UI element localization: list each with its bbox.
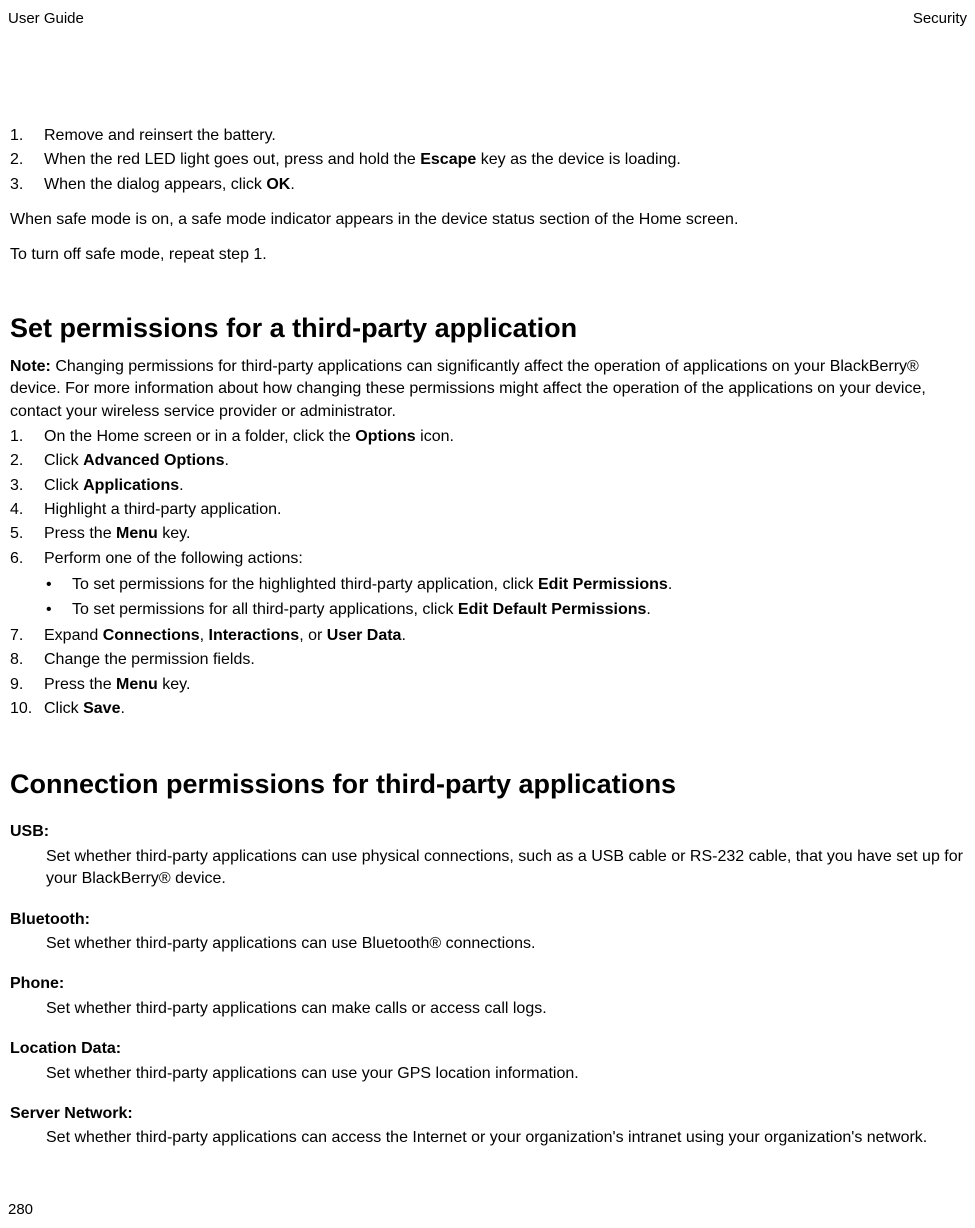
turn-off-note: To turn off safe mode, repeat step 1. — [10, 244, 965, 266]
item-text: Press the Menu key. — [38, 523, 965, 545]
bold-text: Advanced Options — [83, 452, 224, 469]
list-item: 3.When the dialog appears, click OK. — [10, 173, 965, 197]
list-item: 5.Press the Menu key. — [10, 522, 965, 546]
list-item: •To set permissions for all third-party … — [46, 598, 965, 622]
bullet-dot: • — [46, 599, 66, 621]
list-item: 4.Highlight a third-party application. — [10, 498, 965, 522]
definition-description: Set whether third-party applications can… — [10, 998, 965, 1020]
definition-description: Set whether third-party applications can… — [10, 933, 965, 955]
bold-text: Applications — [83, 477, 179, 494]
item-text: Remove and reinsert the battery. — [38, 125, 965, 147]
item-number: 2. — [10, 149, 38, 171]
sub-bullet-list: •To set permissions for the highlighted … — [10, 573, 965, 622]
list-item: 10.Click Save. — [10, 697, 965, 721]
item-text: Highlight a third-party application. — [38, 499, 965, 521]
item-number: 2. — [10, 450, 38, 472]
list-item: 2.When the red LED light goes out, press… — [10, 148, 965, 172]
section1-steps-list: 1.On the Home screen or in a folder, cli… — [10, 425, 965, 722]
item-number: 3. — [10, 174, 38, 196]
header-left: User Guide — [8, 8, 84, 29]
page-number: 280 — [8, 1199, 33, 1220]
item-number: 7. — [10, 625, 38, 647]
list-item: 2.Click Advanced Options. — [10, 449, 965, 473]
item-text: When the red LED light goes out, press a… — [38, 149, 965, 171]
bold-text: Menu — [116, 525, 158, 542]
note-label: Note: — [10, 358, 51, 375]
definitions-list: USB: Set whether third-party applications… — [10, 821, 965, 1149]
item-number: 10. — [10, 698, 38, 720]
safe-mode-note: When safe mode is on, a safe mode indica… — [10, 209, 965, 231]
item-text: Click Advanced Options. — [38, 450, 965, 472]
bold-text: Edit Default Permissions — [458, 601, 647, 618]
item-number: 4. — [10, 499, 38, 521]
bullet-dot: • — [46, 574, 66, 596]
item-text: Change the permission fields. — [38, 649, 965, 671]
page-content: 1.Remove and reinsert the battery.2.When… — [8, 124, 967, 1150]
bold-text: Menu — [116, 676, 158, 693]
page-header: User Guide Security — [8, 8, 967, 29]
list-item: 6.Perform one of the following actions: — [10, 547, 965, 571]
item-text: On the Home screen or in a folder, click… — [38, 426, 965, 448]
item-number: 3. — [10, 475, 38, 497]
item-text: To set permissions for all third-party a… — [66, 599, 965, 621]
intro-steps-list: 1.Remove and reinsert the battery.2.When… — [10, 124, 965, 197]
section2-title: Connection permissions for third-party a… — [10, 766, 965, 804]
definition-term: Phone: — [10, 973, 965, 995]
bold-text: Escape — [420, 151, 476, 168]
bold-text: Save — [83, 700, 120, 717]
bold-text: Options — [355, 428, 415, 445]
item-number: 1. — [10, 125, 38, 147]
list-item: 9.Press the Menu key. — [10, 673, 965, 697]
list-item: 3.Click Applications. — [10, 474, 965, 498]
item-text: When the dialog appears, click OK. — [38, 174, 965, 196]
header-right: Security — [913, 8, 967, 29]
list-item: 7.Expand Connections, Interactions, or U… — [10, 624, 965, 648]
item-text: To set permissions for the highlighted t… — [66, 574, 965, 596]
bold-text: Interactions — [209, 627, 300, 644]
bold-text: User Data — [327, 627, 402, 644]
list-item: 1.Remove and reinsert the battery. — [10, 124, 965, 148]
item-text: Expand Connections, Interactions, or Use… — [38, 625, 965, 647]
definition-term: Bluetooth: — [10, 909, 965, 931]
bold-text: Edit Permissions — [538, 576, 668, 593]
definition-term: Server Network: — [10, 1103, 965, 1125]
list-item: •To set permissions for the highlighted … — [46, 573, 965, 597]
item-number: 9. — [10, 674, 38, 696]
note-text: Changing permissions for third-party app… — [10, 358, 926, 420]
section1-note: Note: Changing permissions for third-par… — [10, 356, 965, 423]
bold-text: OK — [266, 176, 290, 193]
item-number: 8. — [10, 649, 38, 671]
section1-title: Set permissions for a third-party applic… — [10, 310, 965, 348]
definition-term: Location Data: — [10, 1038, 965, 1060]
list-item: 8.Change the permission fields. — [10, 648, 965, 672]
definition-description: Set whether third-party applications can… — [10, 1127, 965, 1149]
definition-term: USB: — [10, 821, 965, 843]
item-text: Perform one of the following actions: — [38, 548, 965, 570]
bold-text: Connections — [103, 627, 200, 644]
list-item: 1.On the Home screen or in a folder, cli… — [10, 425, 965, 449]
item-number: 6. — [10, 548, 38, 570]
item-number: 1. — [10, 426, 38, 448]
item-text: Press the Menu key. — [38, 674, 965, 696]
item-text: Click Applications. — [38, 475, 965, 497]
definition-description: Set whether third-party applications can… — [10, 846, 965, 891]
item-text: Click Save. — [38, 698, 965, 720]
item-number: 5. — [10, 523, 38, 545]
definition-description: Set whether third-party applications can… — [10, 1063, 965, 1085]
